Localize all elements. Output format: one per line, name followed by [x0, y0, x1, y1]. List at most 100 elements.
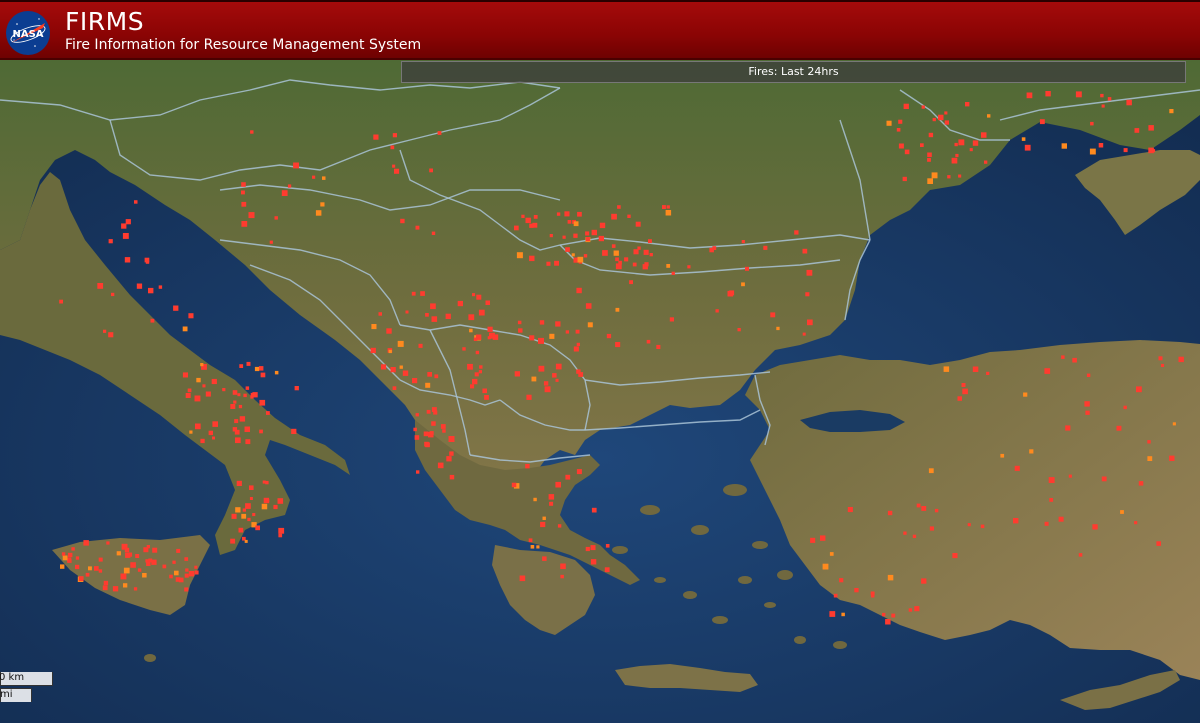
fire-detection-point[interactable]: [123, 567, 130, 574]
fire-detection-point[interactable]: [241, 513, 247, 519]
fire-detection-point[interactable]: [1058, 516, 1064, 522]
fire-detection-point[interactable]: [671, 271, 675, 275]
fire-detection-point[interactable]: [235, 437, 241, 444]
fire-detection-point[interactable]: [565, 330, 569, 334]
fire-detection-point[interactable]: [665, 210, 672, 216]
fire-detection-point[interactable]: [413, 427, 417, 432]
fire-detection-point[interactable]: [1048, 477, 1055, 483]
fire-detection-point[interactable]: [969, 148, 973, 152]
fire-detection-point[interactable]: [987, 114, 991, 118]
fire-detection-point[interactable]: [202, 384, 206, 388]
fire-detection-point[interactable]: [259, 399, 266, 406]
fire-detection-point[interactable]: [1089, 148, 1096, 155]
fire-detection-point[interactable]: [250, 395, 254, 399]
fire-detection-point[interactable]: [745, 266, 749, 271]
fire-detection-point[interactable]: [152, 547, 158, 553]
fire-detection-point[interactable]: [277, 498, 284, 504]
fire-detection-point[interactable]: [602, 250, 608, 256]
fire-detection-point[interactable]: [1044, 521, 1049, 526]
fire-detection-point[interactable]: [981, 132, 987, 138]
fire-detection-point[interactable]: [585, 231, 590, 236]
fire-detection-point[interactable]: [887, 510, 893, 516]
fire-detection-point[interactable]: [88, 566, 92, 571]
fire-detection-point[interactable]: [236, 480, 242, 486]
fire-detection-point[interactable]: [194, 565, 198, 569]
fire-detection-point[interactable]: [246, 361, 251, 366]
fire-detection-point[interactable]: [416, 470, 420, 474]
fire-detection-point[interactable]: [929, 526, 934, 531]
fire-detection-point[interactable]: [820, 535, 826, 541]
fire-detection-point[interactable]: [234, 429, 240, 435]
fire-detection-point[interactable]: [392, 386, 397, 390]
fire-detection-point[interactable]: [98, 569, 103, 573]
fire-detection-point[interactable]: [921, 578, 927, 584]
fire-detection-point[interactable]: [211, 378, 217, 385]
fire-detection-point[interactable]: [258, 366, 264, 371]
fire-detection-point[interactable]: [1075, 91, 1082, 98]
fire-detection-point[interactable]: [531, 376, 537, 382]
fire-detection-point[interactable]: [260, 372, 266, 378]
fire-detection-point[interactable]: [60, 564, 65, 569]
fire-detection-point[interactable]: [103, 580, 109, 586]
fire-detection-point[interactable]: [666, 205, 670, 209]
fire-detection-point[interactable]: [266, 411, 270, 415]
fire-detection-point[interactable]: [573, 346, 579, 352]
fire-detection-point[interactable]: [577, 256, 584, 263]
fire-detection-point[interactable]: [1136, 386, 1142, 393]
fire-detection-point[interactable]: [62, 555, 68, 561]
fire-detection-point[interactable]: [130, 562, 136, 568]
fire-detection-point[interactable]: [106, 541, 110, 545]
fire-detection-point[interactable]: [230, 404, 236, 409]
fire-detection-point[interactable]: [606, 333, 612, 339]
fire-detection-point[interactable]: [75, 564, 80, 570]
fire-detection-point[interactable]: [944, 120, 949, 125]
fire-detection-point[interactable]: [392, 133, 397, 138]
fire-detection-point[interactable]: [431, 407, 437, 412]
fire-detection-point[interactable]: [243, 393, 247, 398]
fire-detection-point[interactable]: [200, 438, 205, 444]
fire-detection-point[interactable]: [565, 247, 570, 252]
fire-detection-point[interactable]: [121, 223, 127, 229]
fire-detection-point[interactable]: [1085, 410, 1090, 415]
fire-detection-point[interactable]: [449, 451, 454, 456]
fire-detection-point[interactable]: [564, 211, 570, 217]
fire-detection-point[interactable]: [248, 212, 255, 219]
fire-detection-point[interactable]: [912, 534, 917, 538]
fire-detection-point[interactable]: [468, 314, 475, 321]
fire-detection-point[interactable]: [575, 329, 580, 334]
fire-detection-point[interactable]: [802, 248, 808, 254]
fire-detection-point[interactable]: [462, 347, 466, 351]
fire-detection-point[interactable]: [961, 383, 966, 387]
fire-detection-point[interactable]: [427, 372, 432, 377]
fire-detection-point[interactable]: [533, 497, 537, 502]
fire-detection-point[interactable]: [431, 231, 436, 235]
fire-detection-point[interactable]: [239, 416, 246, 422]
fire-detection-point[interactable]: [585, 546, 590, 552]
fire-detection-point[interactable]: [1026, 92, 1033, 99]
fire-detection-point[interactable]: [903, 531, 907, 535]
fire-detection-point[interactable]: [431, 316, 438, 322]
fire-detection-point[interactable]: [1061, 355, 1065, 359]
fire-detection-point[interactable]: [543, 381, 549, 386]
fire-detection-point[interactable]: [250, 130, 254, 134]
fire-detection-point[interactable]: [412, 378, 418, 384]
fire-detection-point[interactable]: [254, 366, 260, 372]
fire-detection-point[interactable]: [549, 234, 553, 238]
fire-detection-point[interactable]: [425, 442, 430, 448]
fire-detection-point[interactable]: [472, 293, 476, 297]
fire-detection-point[interactable]: [1101, 476, 1107, 482]
fire-detection-point[interactable]: [591, 507, 597, 513]
fire-detection-point[interactable]: [123, 583, 128, 588]
fire-detection-point[interactable]: [59, 299, 63, 304]
fire-detection-point[interactable]: [529, 335, 535, 341]
fire-detection-point[interactable]: [184, 587, 189, 592]
fire-detection-point[interactable]: [1098, 143, 1104, 148]
fire-detection-point[interactable]: [951, 157, 958, 164]
fires-time-range-bar[interactable]: Fires: Last 24hrs: [401, 61, 1186, 83]
fire-detection-point[interactable]: [938, 114, 944, 121]
fire-detection-point[interactable]: [103, 329, 107, 333]
fire-detection-point[interactable]: [802, 332, 806, 336]
fire-detection-point[interactable]: [478, 309, 485, 316]
fire-detection-point[interactable]: [278, 533, 283, 538]
fire-detection-point[interactable]: [429, 168, 433, 173]
